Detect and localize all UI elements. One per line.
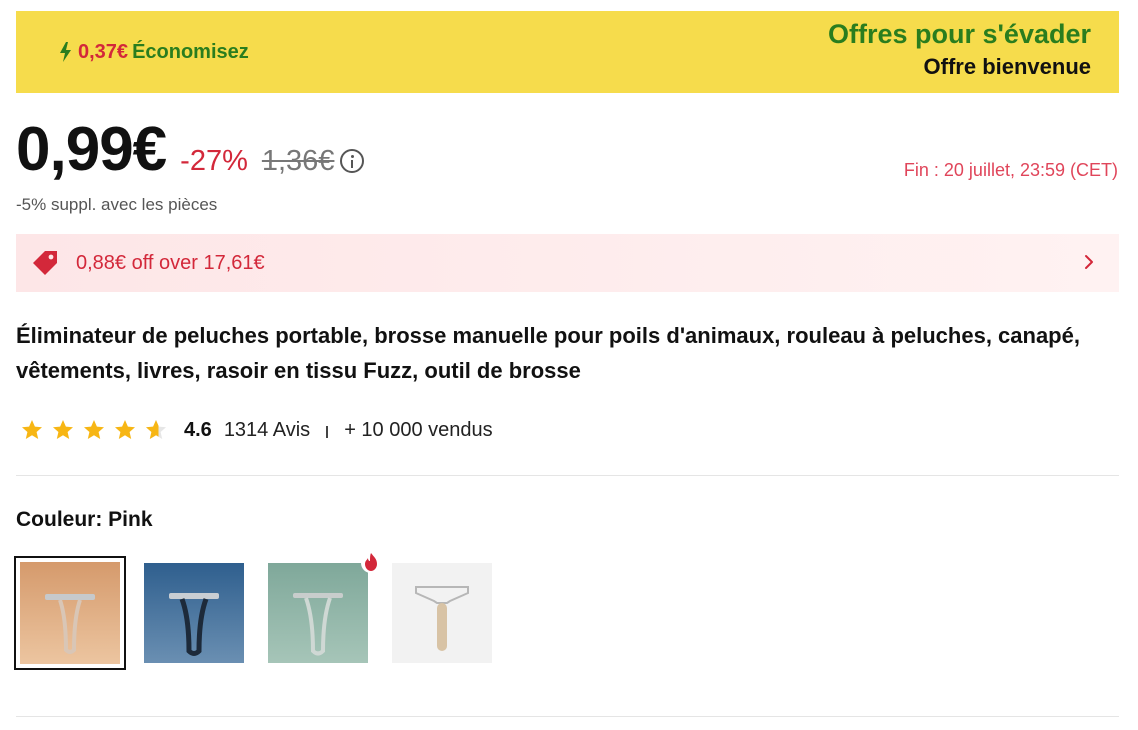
color-label: Couleur: Pink bbox=[16, 508, 153, 531]
star-icon bbox=[22, 420, 42, 439]
divider bbox=[16, 475, 1119, 476]
savings-text: Économisez bbox=[132, 40, 249, 63]
price-row: 0,99€ -27% 1,36€ bbox=[16, 110, 365, 190]
product-page: 0,37€ Économisez Offres pour s'évader Of… bbox=[0, 0, 1138, 730]
sale-end-time: Fin : 20 juillet, 23:59 (CET) bbox=[903, 160, 1118, 180]
divider bbox=[16, 716, 1119, 717]
coins-extra-discount: -5% suppl. avec les pièces bbox=[16, 195, 218, 214]
coupon-bar[interactable]: 0,88€ off over 17,61€ bbox=[16, 234, 1119, 292]
swatch-wood[interactable] bbox=[392, 563, 492, 663]
fire-icon bbox=[361, 553, 381, 573]
swatch-green[interactable] bbox=[268, 563, 368, 663]
discount-percent: -27% bbox=[180, 145, 248, 177]
offer-block: Offres pour s'évader Offre bienvenue bbox=[828, 17, 1091, 83]
star-icon bbox=[115, 420, 135, 439]
product-title: Éliminateur de peluches portable, brosse… bbox=[16, 323, 1080, 383]
star-rating bbox=[20, 418, 168, 442]
savings-label: 0,37€ Économisez bbox=[56, 40, 249, 64]
promo-banner[interactable]: 0,37€ Économisez Offres pour s'évader Of… bbox=[16, 11, 1119, 93]
swatch-pink[interactable] bbox=[14, 556, 126, 670]
product-thumbnail-pink bbox=[20, 562, 120, 664]
star-icon bbox=[84, 420, 104, 439]
current-price: 0,99€ bbox=[16, 115, 167, 184]
rating-row[interactable]: 4.6 1314 Avis + 10 000 vendus bbox=[20, 414, 493, 446]
leaf-icon bbox=[60, 42, 71, 62]
sold-count: + 10 000 vendus bbox=[344, 418, 493, 441]
review-count[interactable]: 1314 Avis bbox=[224, 419, 310, 442]
product-thumbnail-wood bbox=[392, 563, 492, 663]
tag-icon bbox=[33, 251, 57, 275]
separator bbox=[326, 426, 329, 438]
coupon-text: 0,88€ off over 17,61€ bbox=[76, 251, 265, 274]
offer-title: Offres pour s'évader bbox=[827, 19, 1091, 49]
product-thumbnail-green bbox=[268, 563, 368, 663]
swatch-blue[interactable] bbox=[144, 563, 244, 663]
star-half-icon bbox=[146, 420, 166, 439]
savings-amount: 0,37€ bbox=[78, 40, 129, 63]
rating-value: 4.6 bbox=[184, 418, 212, 441]
offer-subtitle: Offre bienvenue bbox=[923, 54, 1091, 79]
original-price: 1,36€ bbox=[261, 145, 335, 177]
star-icon bbox=[53, 420, 73, 439]
chevron-right-icon[interactable] bbox=[1081, 251, 1097, 273]
info-icon[interactable] bbox=[340, 149, 365, 173]
product-thumbnail-blue bbox=[144, 563, 244, 663]
